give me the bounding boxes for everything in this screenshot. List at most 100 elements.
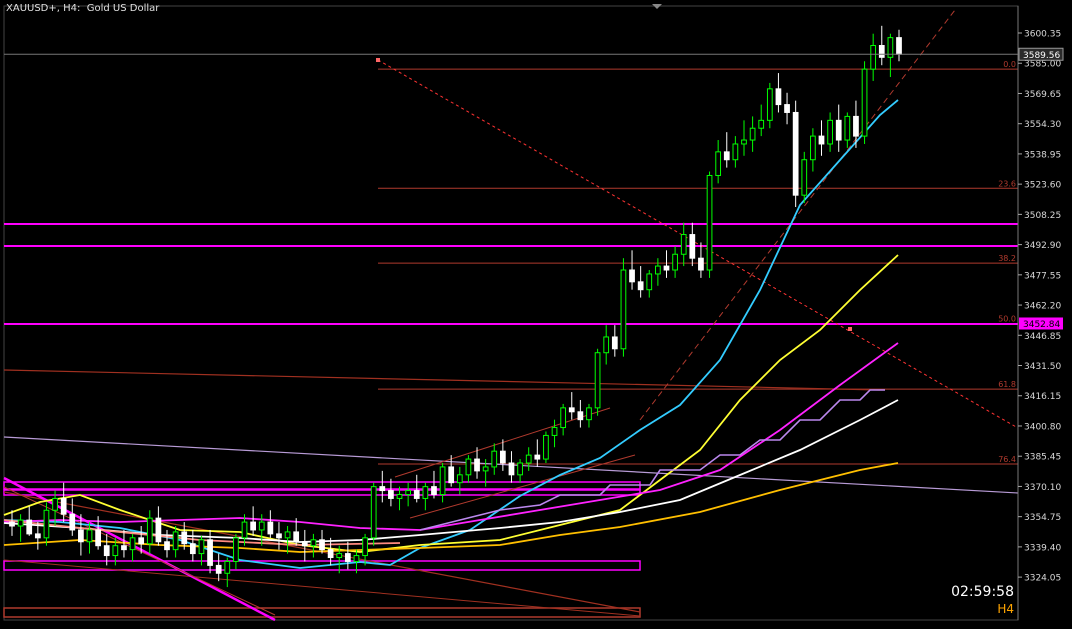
candle-body [543, 434, 549, 460]
y-tick-label: 3431.50 [1024, 362, 1061, 372]
candle-body [827, 119, 833, 145]
candle-body [723, 151, 730, 161]
candle-body [517, 462, 523, 476]
candle-body [52, 497, 58, 511]
y-tick-label: 3523.60 [1024, 181, 1061, 191]
candle-body [233, 537, 239, 562]
candle-body [396, 494, 403, 499]
candle-body [301, 541, 308, 547]
candle-body [439, 466, 446, 496]
trend-line-upper [3, 369, 881, 391]
candle-body [603, 336, 610, 354]
fib-level-label: 23.6 [998, 179, 1016, 188]
candle-body [655, 265, 661, 275]
candle-body [310, 539, 317, 547]
candle-body [448, 466, 455, 484]
candle-body [689, 234, 696, 259]
candle-body [362, 537, 368, 557]
candle-body [784, 104, 790, 113]
bar-countdown: 02:59:58 [951, 584, 1014, 600]
ma-stepped [419, 389, 885, 531]
candle-body [551, 427, 558, 436]
y-tick-label: 3538.95 [1024, 150, 1061, 160]
chart-area[interactable]: 0.0 23.6 38.2 50.0 61.8 76.4 3600.35 3585.00 356… [0, 0, 1072, 625]
zone-price-label: 3452.84 [1023, 320, 1060, 330]
candle-body [69, 513, 76, 531]
candle-body [499, 450, 506, 464]
candle-body [465, 458, 472, 476]
candle-body [250, 521, 256, 531]
candle-body [422, 486, 429, 499]
candle-body [26, 519, 33, 535]
symbol-label: XAUUSD+ [6, 3, 57, 14]
candle-body [758, 119, 765, 129]
symbol-description: Gold US Dollar [86, 3, 160, 14]
candle-body [491, 450, 498, 468]
candle-body [241, 521, 248, 539]
support-resistance-line [4, 245, 1018, 247]
candle-body [327, 549, 334, 559]
y-tick-label: 3416.15 [1024, 392, 1061, 402]
candle-body [680, 234, 687, 255]
candle-body [103, 545, 110, 557]
y-tick-label: 3508.25 [1024, 211, 1061, 221]
y-tick-label: 3324.05 [1024, 574, 1061, 584]
candle-body [129, 537, 136, 551]
current-price-label: 3589.56 [1023, 51, 1060, 61]
fib-level-label: 76.4 [998, 455, 1016, 464]
candle-body [95, 529, 101, 547]
candle-body [801, 159, 808, 196]
candle-body [715, 151, 722, 176]
support-resistance-line [4, 323, 1018, 325]
candle-body [818, 135, 825, 145]
fib-level-label: 61.8 [998, 380, 1016, 389]
candle-body [646, 273, 653, 291]
candle-body [405, 490, 412, 496]
candle-body [611, 336, 618, 350]
candle-body [284, 531, 291, 539]
candle-body [344, 553, 351, 562]
candle-body [121, 545, 127, 551]
timeframe-label: H4 [63, 3, 78, 14]
candle-body [370, 486, 377, 539]
y-tick-label: 3339.40 [1024, 543, 1061, 553]
y-tick-label: 3400.80 [1024, 422, 1061, 432]
candle-body [336, 553, 343, 559]
candle-body [663, 265, 670, 271]
candle-body [293, 531, 300, 543]
candle-body [34, 533, 41, 539]
candle-body [267, 521, 274, 535]
candle-body [78, 529, 84, 543]
candle-body [594, 352, 601, 409]
candle-body [586, 407, 592, 421]
y-tick-label: 3354.75 [1024, 513, 1061, 523]
y-tick-label: 3585.00 [1024, 60, 1061, 70]
candle-body [577, 411, 584, 421]
candle-body [207, 539, 213, 566]
candle-body [749, 127, 756, 141]
candle-body [172, 531, 179, 551]
candle-body [60, 497, 67, 515]
candle-body [456, 474, 463, 484]
candle-body [861, 68, 868, 137]
candle-body [853, 115, 859, 137]
candle-body [766, 88, 773, 121]
y-tick-label: 3554.30 [1024, 120, 1061, 130]
candle-body [164, 541, 170, 551]
candle-body [224, 560, 231, 574]
y-tick-label: 3477.55 [1024, 271, 1061, 281]
candle-body [878, 45, 885, 58]
candle-body [9, 521, 15, 527]
candle-body [146, 517, 153, 545]
candle-body [620, 269, 627, 350]
candle-body [870, 45, 877, 70]
candle-body [43, 509, 50, 539]
y-tick-label: 3446.85 [1024, 332, 1061, 342]
y-tick-label: 3600.35 [1024, 30, 1061, 40]
candle-body [379, 486, 386, 492]
candle-body [741, 139, 747, 145]
ma-cyan [3, 99, 899, 569]
y-tick-label: 3569.65 [1024, 90, 1061, 100]
price-chart[interactable]: 0.0 23.6 38.2 50.0 61.8 76.4 3600.35 3585.00 356… [0, 0, 1072, 625]
candle-body [482, 466, 489, 472]
